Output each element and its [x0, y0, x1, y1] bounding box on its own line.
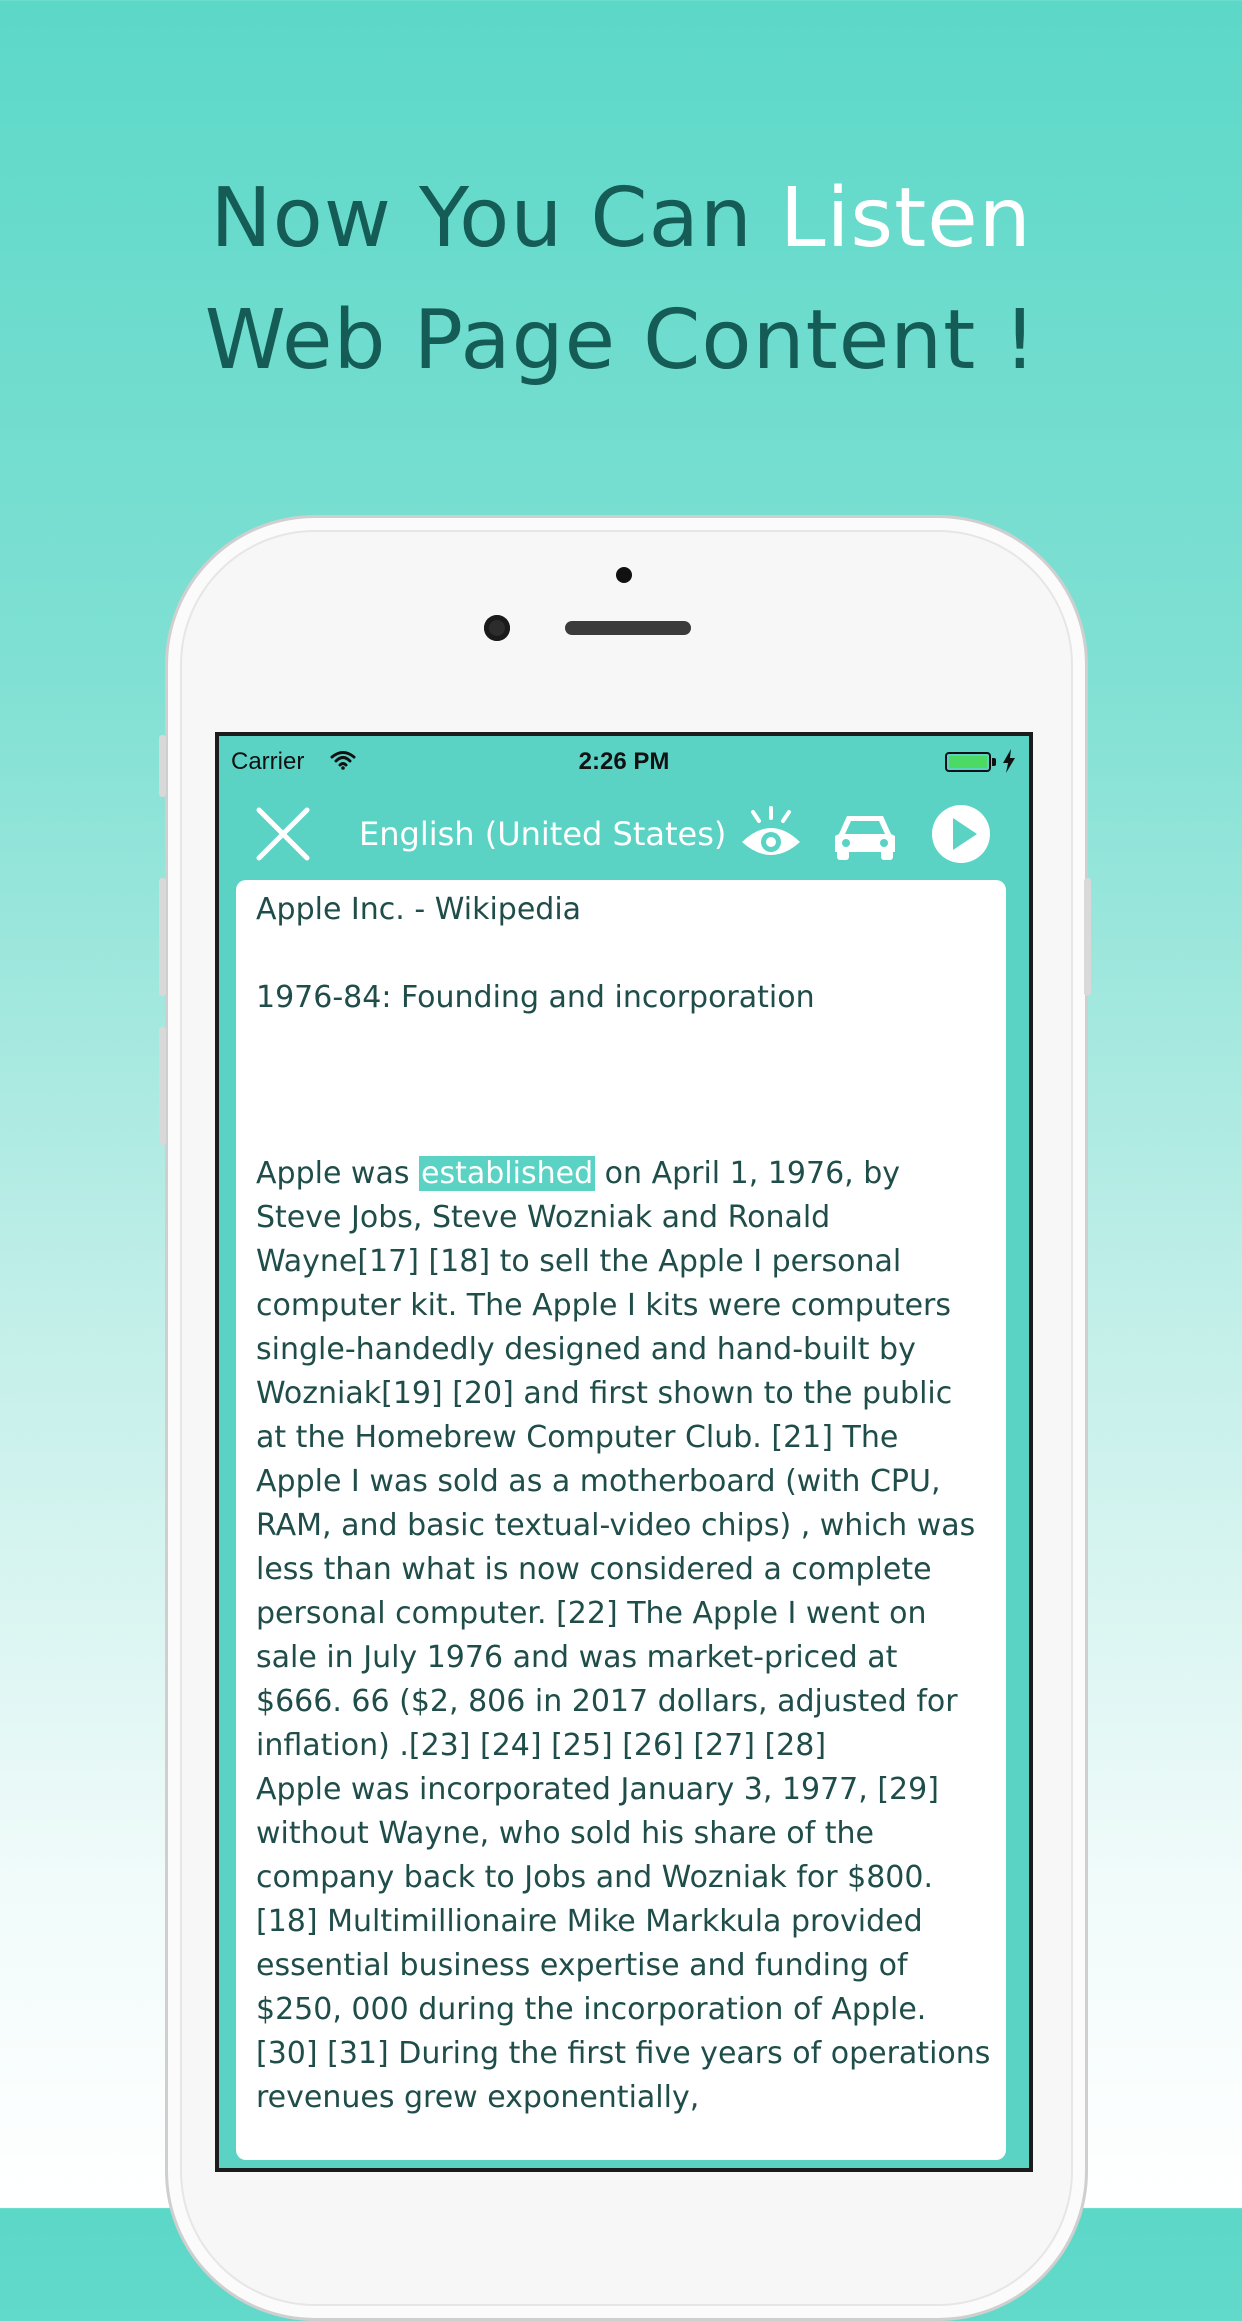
article-body: Apple was established on April 1, 1976, … [256, 1152, 991, 2120]
phone-mute-switch [159, 735, 166, 797]
reader-toolbar: English (United States) [219, 788, 1029, 880]
headline-line-2: Web Page Content ! [204, 293, 1038, 388]
charging-bolt-icon [1003, 749, 1015, 773]
paragraph-1-rest: on April 1, 1976, by Steve Jobs, Steve W… [256, 1156, 976, 1763]
car-icon[interactable] [831, 808, 899, 864]
status-time: 2:26 PM [578, 748, 670, 775]
headline-prefix: Now You Can [210, 171, 780, 266]
headline-line-1: Now You Can Listen [0, 158, 1242, 280]
phone-front-camera [484, 615, 510, 641]
paragraph-1-start: Apple was [256, 1156, 420, 1191]
battery-level [949, 756, 987, 768]
play-icon[interactable] [930, 803, 992, 865]
battery-tip [992, 758, 996, 766]
page-title: Apple Inc. - Wikipedia [256, 892, 582, 927]
phone-sensor [616, 567, 632, 583]
paragraph-2: Apple was incorporated January 3, 1977, … [256, 1772, 991, 2115]
battery-icon [945, 752, 991, 772]
phone-power-button [1084, 878, 1091, 996]
status-bar: Carrier 2:26 PM [219, 736, 1029, 788]
spoken-word-highlight: established [419, 1156, 596, 1191]
phone-volume-up [159, 878, 166, 996]
section-heading: 1976-84: Founding and incorporation [256, 980, 815, 1015]
phone-speaker [565, 621, 691, 635]
paragraph-1: Apple was established on April 1, 1976, … [256, 1152, 991, 1768]
phone-volume-down [159, 1027, 166, 1145]
eye-icon[interactable] [739, 804, 803, 864]
headline: Now You Can Listen Web Page Content ! [0, 158, 1242, 402]
web-content-panel[interactable]: Apple Inc. - Wikipedia 1976-84: Founding… [236, 880, 1006, 2160]
headline-accent-word: Listen [779, 171, 1032, 266]
language-selector[interactable]: English (United States) [359, 812, 726, 856]
close-icon[interactable] [253, 804, 313, 864]
phone-screen: Carrier 2:26 PM English (United States) [215, 732, 1033, 2172]
